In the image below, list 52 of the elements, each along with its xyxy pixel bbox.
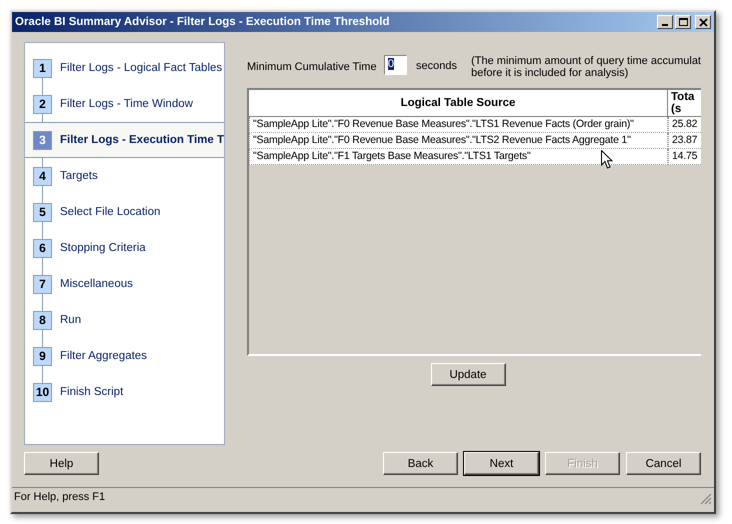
unit-label: seconds [416, 60, 458, 72]
step-number: 1 [33, 58, 52, 78]
resize-grip-icon[interactable] [700, 493, 712, 505]
close-button[interactable] [695, 15, 711, 29]
step-number: 7 [33, 274, 52, 294]
column-header[interactable]: Logical Table Source [249, 90, 668, 117]
maximize-button[interactable] [675, 15, 691, 29]
step-label: Select File Location [60, 206, 160, 218]
step-number: 6 [33, 238, 52, 258]
step-label: Filter Logs - Logical Fact Tables [60, 62, 222, 74]
note-text: (The minimum amount of query time accumulat [471, 55, 701, 67]
wizard-button[interactable]: Cancel [626, 452, 701, 475]
wizard-button[interactable]: Next [464, 452, 539, 475]
step-item[interactable]: 1 Filter Logs - Logical Fact Tables [25, 50, 224, 86]
step-item[interactable]: 3 Filter Logs - Execution Time T [25, 122, 224, 158]
step-item[interactable]: 9 Filter Aggregates [25, 338, 224, 374]
step-number: 10 [33, 382, 52, 402]
help-button[interactable]: Help [24, 452, 99, 475]
field-label: Minimum Cumulative Time [247, 61, 378, 73]
column-header[interactable]: Tota (s [668, 90, 701, 117]
step-label: Run [60, 314, 82, 326]
step-label: Filter Aggregates [60, 350, 147, 362]
step-number: 8 [33, 310, 52, 330]
step-item[interactable]: 2 Filter Logs - Time Window [25, 86, 224, 122]
step-item[interactable]: 8 Run [25, 302, 224, 338]
step-label: Targets [60, 170, 98, 182]
step-item[interactable]: 10 Finish Script [25, 374, 224, 410]
minimize-icon [662, 24, 668, 26]
step-item[interactable]: 6 Stopping Criteria [25, 230, 224, 266]
step-label: Miscellaneous [60, 278, 133, 290]
table-cell: 14.75 [668, 149, 701, 165]
step-number: 3 [33, 130, 52, 150]
window-title: Oracle BI Summary Advisor - Filter Logs - Execution Time Threshold [15, 16, 390, 28]
time-field[interactable]: 0 [384, 55, 408, 75]
step-number: 9 [33, 346, 52, 366]
status-text: For Help, press F1 [14, 490, 106, 502]
maximize-icon [678, 18, 688, 26]
step-label: Filter Logs - Execution Time T [60, 134, 224, 146]
wizard-button[interactable]: Back [383, 452, 458, 475]
step-label: Finish Script [60, 386, 124, 398]
step-item[interactable]: 7 Miscellaneous [25, 266, 224, 302]
step-number: 2 [33, 94, 52, 114]
step-item[interactable]: 4 Targets [25, 158, 224, 194]
step-number: 4 [33, 166, 52, 186]
step-label: Stopping Criteria [60, 242, 146, 254]
update-button[interactable]: Update [430, 363, 506, 386]
minimize-button[interactable] [657, 15, 673, 29]
step-item[interactable]: 5 Select File Location [25, 194, 224, 230]
step-number: 5 [33, 202, 52, 222]
close-icon [698, 18, 708, 26]
note-text: before it is included for analysis) [471, 67, 630, 79]
step-label: Filter Logs - Time Window [60, 98, 193, 110]
